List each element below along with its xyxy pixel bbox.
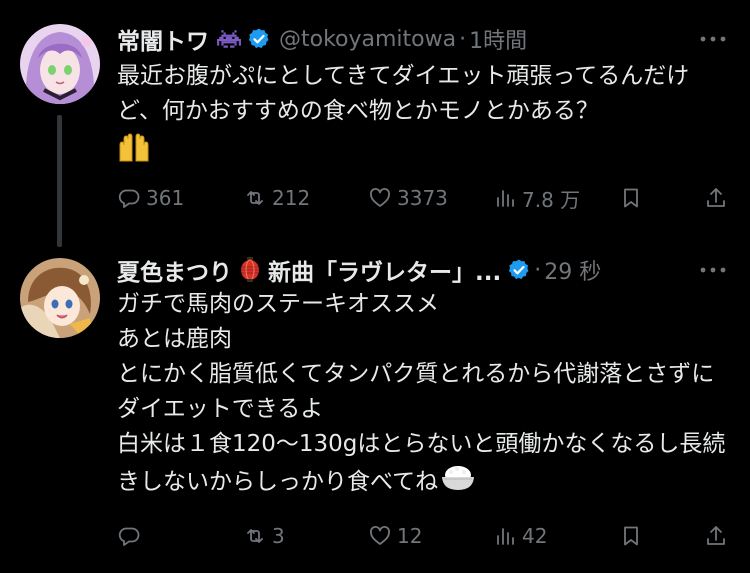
avatar[interactable] [20, 258, 100, 338]
reply-icon [118, 527, 140, 546]
views-count: 42 [522, 524, 548, 548]
more-options-icon[interactable] [696, 257, 730, 283]
display-name-suffix[interactable]: 新曲「ラヴレター」... [268, 253, 501, 287]
like-count: 12 [397, 524, 423, 548]
reply-button[interactable] [117, 519, 146, 553]
bookmark-icon [624, 526, 638, 546]
views-button[interactable]: 42 [493, 519, 547, 553]
tweet-text: ガチで馬肉のステーキオススメ あとは鹿肉 とにかく脂質低くてタンパク質とれるから… [117, 287, 730, 503]
display-name[interactable]: 夏色まつり [117, 253, 232, 287]
verified-badge-icon [507, 258, 531, 282]
like-button[interactable]: 12 [368, 519, 422, 553]
retweet-icon [247, 529, 263, 543]
tweet[interactable]: 夏色まつり 新曲「ラヴレター」... · 29 秒 ガチで馬肉のステーキオススメ… [0, 0, 750, 548]
lantern-icon [240, 257, 260, 283]
bookmark-button[interactable] [619, 519, 643, 553]
share-icon [707, 526, 725, 545]
heart-icon [370, 526, 390, 545]
action-bar: 3 12 42 [117, 519, 730, 553]
views-icon [497, 528, 514, 545]
retweet-count: 3 [272, 524, 285, 548]
retweet-button[interactable]: 3 [243, 519, 285, 553]
share-button[interactable] [704, 519, 728, 553]
timestamp[interactable]: 29 秒 [544, 254, 601, 286]
rice-bowl-icon [440, 462, 476, 503]
separator-dot: · [534, 257, 542, 283]
tweet-header: 夏色まつり 新曲「ラヴレター」... · 29 秒 [117, 253, 601, 287]
